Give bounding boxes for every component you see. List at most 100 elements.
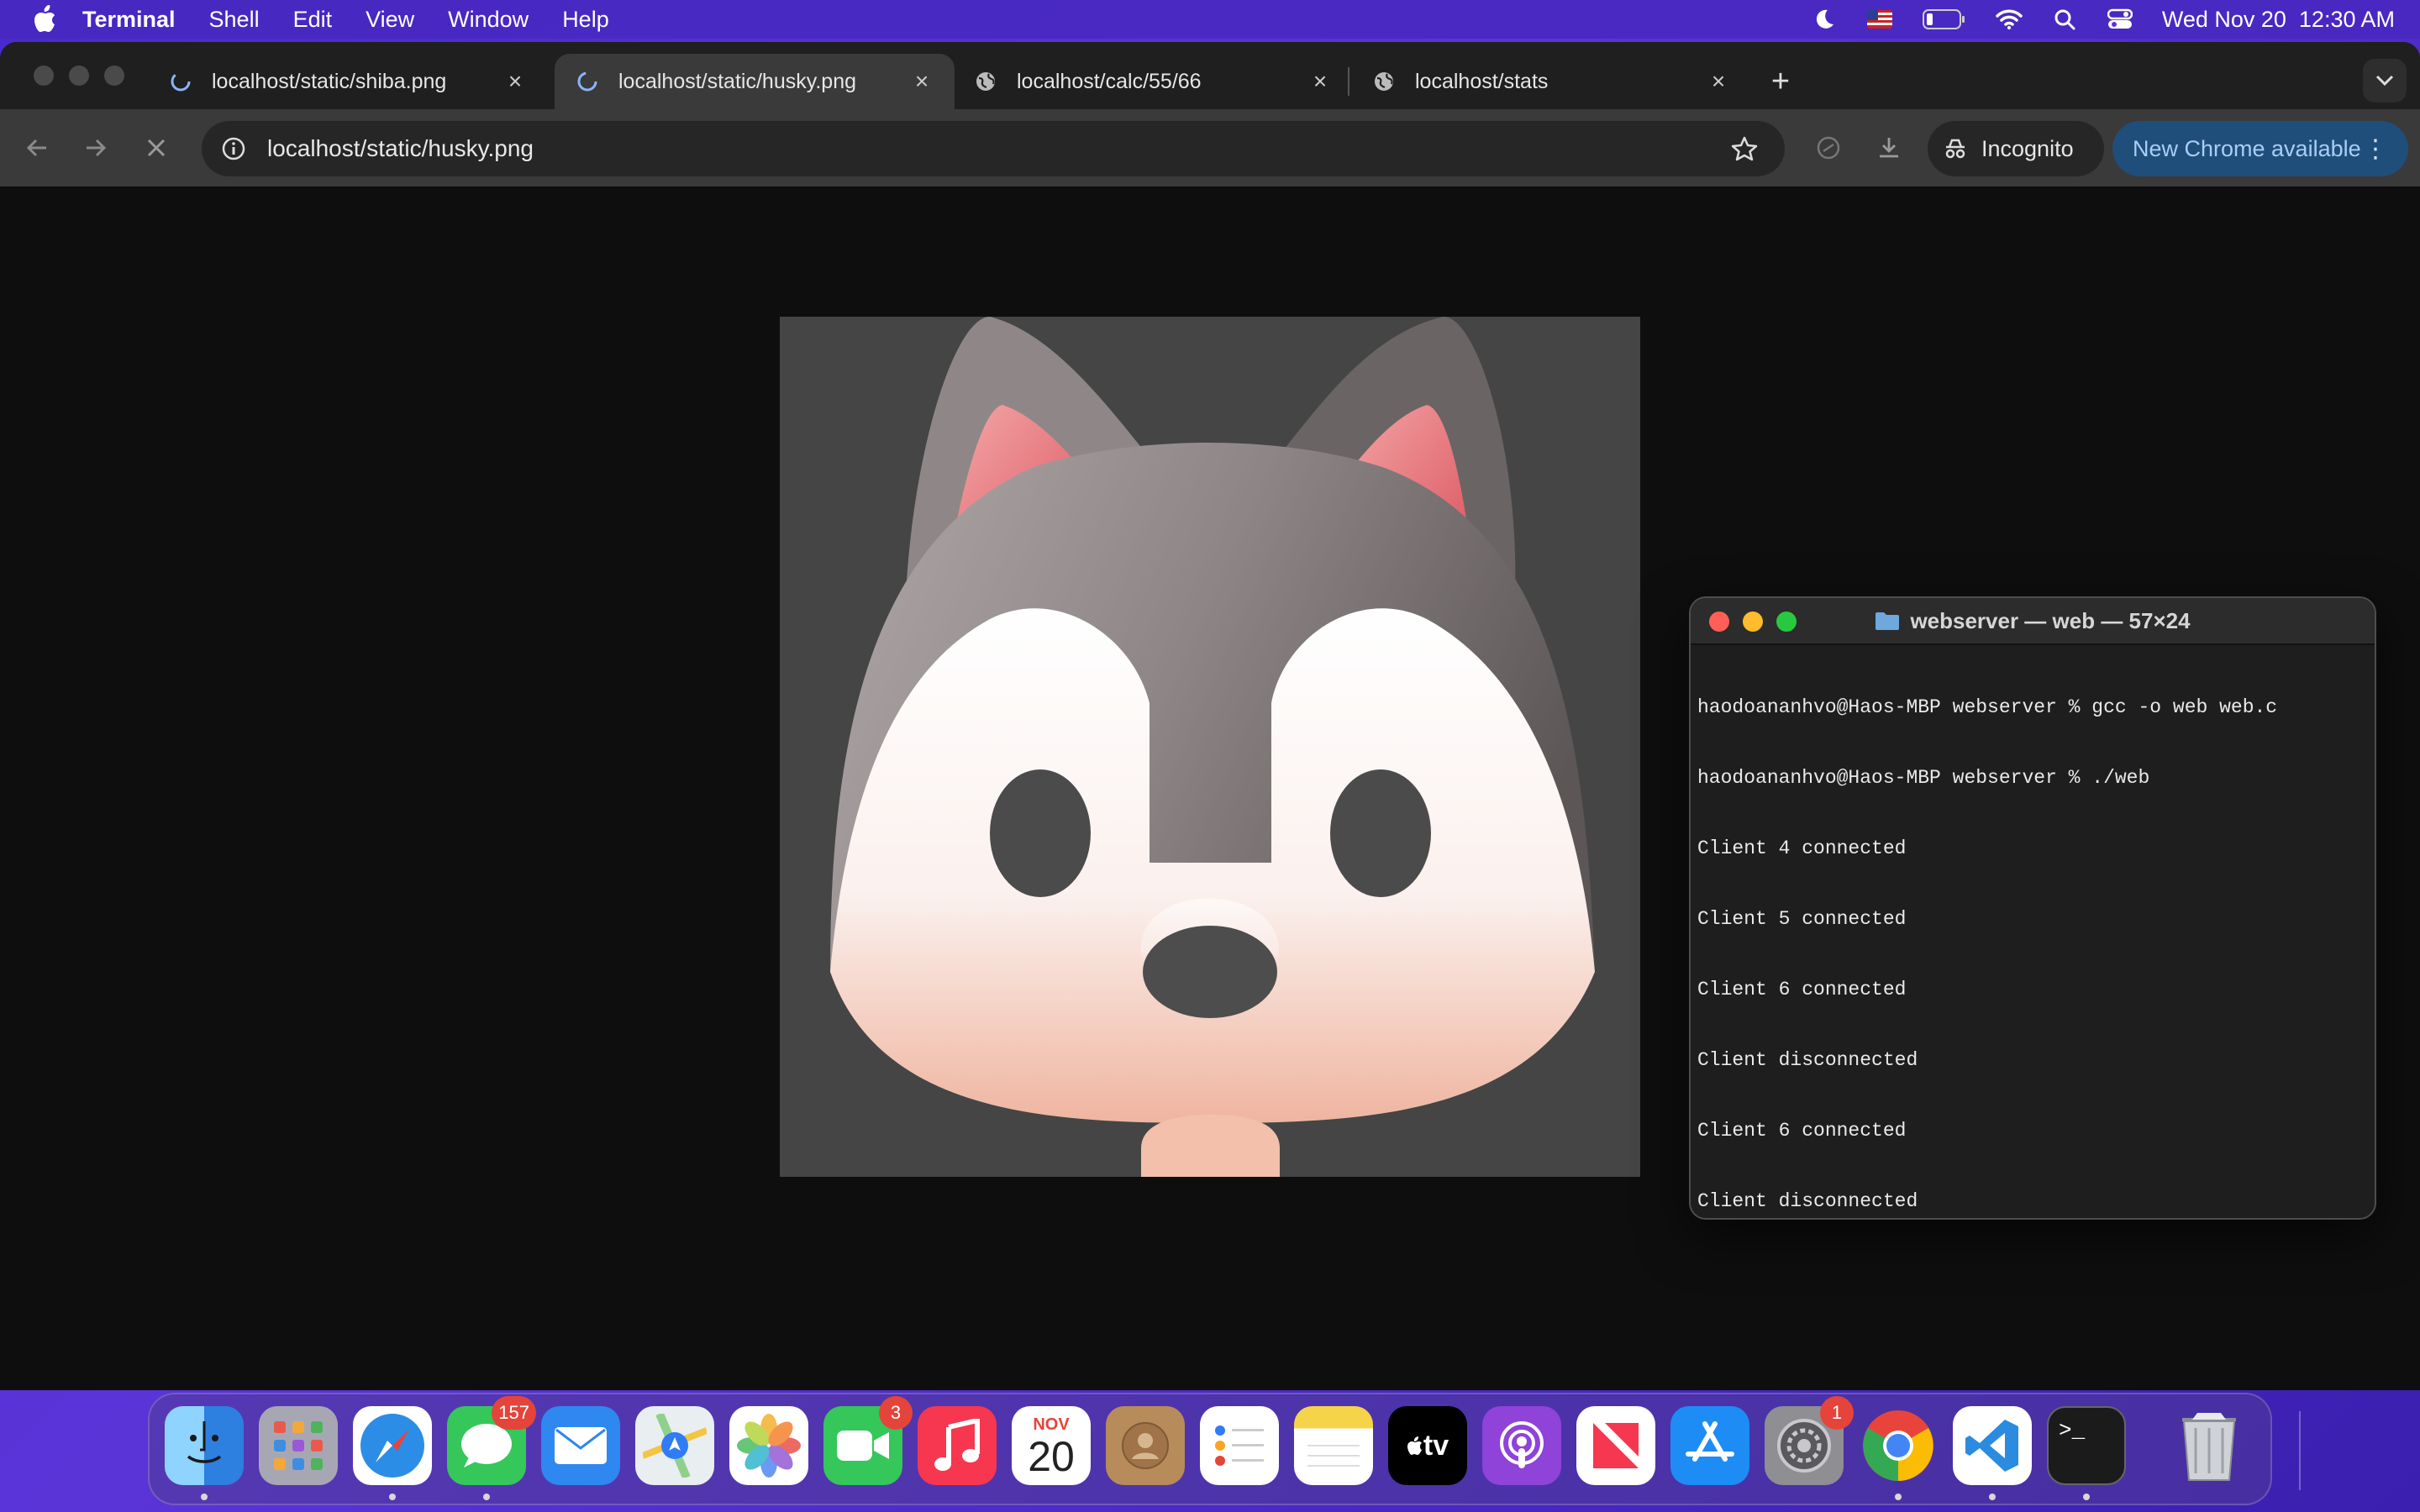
photos-icon[interactable] [729, 1406, 808, 1485]
download-icon[interactable] [1869, 128, 1909, 168]
site-info-icon[interactable] [217, 132, 250, 165]
tab-close-icon[interactable]: × [909, 68, 934, 94]
extension-icon[interactable] [1808, 128, 1849, 168]
podcasts-icon[interactable] [1482, 1406, 1561, 1485]
terminal-minimize-button[interactable] [1743, 612, 1763, 632]
messages-icon[interactable]: 157 [447, 1396, 536, 1485]
music-icon[interactable] [918, 1406, 997, 1485]
messages-badge: 157 [492, 1396, 536, 1430]
incognito-badge[interactable]: Incognito [1928, 121, 2104, 176]
tab-close-icon[interactable]: × [1706, 68, 1731, 94]
mail-icon[interactable] [541, 1406, 620, 1485]
back-button[interactable] [17, 128, 57, 168]
settings-icon[interactable]: 1 [1765, 1396, 1854, 1485]
tab-search-button[interactable] [2363, 59, 2407, 102]
menu-clock[interactable]: Wed Nov 20 12:30 AM [2162, 7, 2395, 33]
terminal-line: Client disconnected [1697, 1190, 1918, 1212]
apple-menu-icon[interactable] [25, 0, 64, 39]
finder-running-indicator [201, 1494, 208, 1500]
close-icon [147, 139, 166, 157]
window-controls [34, 66, 124, 86]
window-zoom-button[interactable] [104, 66, 124, 86]
menu-help[interactable]: Help [562, 7, 609, 33]
maps-icon[interactable] [635, 1406, 714, 1485]
launchpad-icon[interactable] [259, 1406, 338, 1485]
address-bar[interactable]: localhost/static/husky.png [202, 121, 1785, 176]
terminal-icon[interactable]: >_ [2047, 1406, 2126, 1485]
terminal-window[interactable]: webserver — web — 57×24 haodoananhvo@Hao… [1689, 596, 2376, 1220]
calendar-day: 20 [1028, 1432, 1075, 1480]
calendar-month: NOV [1033, 1415, 1070, 1434]
terminal-line: Client 6 connected [1697, 979, 1907, 1000]
arrow-left-icon [26, 139, 46, 157]
control-center-icon[interactable] [2107, 6, 2133, 33]
update-label: New Chrome available [2133, 135, 2361, 161]
terminal-running-indicator [2083, 1494, 2090, 1500]
contacts-icon[interactable] [1106, 1406, 1185, 1485]
tab-stats[interactable]: localhost/stats × [1351, 54, 1751, 109]
wifi-icon[interactable] [1996, 6, 2023, 33]
forward-button[interactable] [76, 128, 116, 168]
reminders-icon[interactable] [1200, 1406, 1279, 1485]
news-icon[interactable] [1576, 1406, 1655, 1485]
terminal-title: webserver — web — 57×24 [1910, 607, 2191, 633]
facetime-badge: 3 [879, 1396, 913, 1430]
tab-shiba[interactable]: localhost/static/shiba.png × [148, 54, 548, 109]
menu-shell[interactable]: Shell [209, 7, 260, 33]
tab-calc[interactable]: localhost/calc/55/66 × [953, 54, 1353, 109]
trash-icon[interactable] [2170, 1406, 2249, 1485]
incognito-icon [1945, 139, 1965, 159]
tab-title: localhost/calc/55/66 [1017, 69, 1202, 93]
more-vert-icon[interactable]: ⋮ [2363, 134, 2388, 164]
focus-moon-icon[interactable] [1811, 6, 1838, 33]
facetime-icon[interactable]: 3 [823, 1396, 913, 1485]
loading-icon [575, 69, 600, 94]
terminal-zoom-button[interactable] [1776, 612, 1797, 632]
chrome-running-indicator [1895, 1494, 1902, 1500]
terminal-line: haodoananhvo@Haos-MBP webserver % gcc -o… [1697, 696, 2278, 718]
arrow-right-icon [87, 139, 107, 157]
terminal-close-button[interactable] [1709, 612, 1729, 632]
tv-label: tv [1423, 1429, 1449, 1462]
window-close-button[interactable] [34, 66, 54, 86]
menu-app-name[interactable]: Terminal [82, 7, 176, 33]
messages-running-indicator [483, 1494, 490, 1500]
terminal-line: Client 4 connected [1697, 837, 1907, 859]
bookmark-star-icon[interactable] [1728, 132, 1761, 165]
terminal-line: Client disconnected [1697, 1049, 1918, 1071]
tv-icon[interactable]: tv [1388, 1406, 1467, 1485]
tab-close-icon[interactable]: × [502, 68, 528, 94]
url-text[interactable]: localhost/static/husky.png [267, 135, 1728, 162]
terminal-window-controls [1709, 612, 1797, 632]
tab-title: localhost/static/husky.png [618, 69, 857, 93]
chrome-icon[interactable] [1859, 1406, 1938, 1485]
window-minimize-button[interactable] [69, 66, 89, 86]
new-tab-button[interactable]: + [1763, 64, 1798, 99]
input-flag-icon[interactable] [1866, 6, 1893, 33]
vscode-running-indicator [1989, 1494, 1996, 1500]
tab-close-icon[interactable]: × [1307, 68, 1333, 94]
menu-view[interactable]: View [366, 7, 414, 33]
safari-running-indicator [389, 1494, 396, 1500]
settings-badge: 1 [1820, 1396, 1854, 1430]
incognito-label: Incognito [1981, 135, 2074, 161]
spotlight-search-icon[interactable] [2051, 6, 2078, 33]
app-store-icon[interactable] [1670, 1406, 1749, 1485]
husky-face-icon [830, 317, 1595, 1177]
calendar-icon[interactable]: NOV 20 [1012, 1406, 1091, 1485]
tab-husky[interactable]: localhost/static/husky.png × [555, 54, 955, 109]
notes-icon[interactable] [1294, 1406, 1373, 1485]
finder-icon[interactable] [165, 1406, 244, 1485]
safari-icon[interactable] [353, 1406, 432, 1485]
terminal-output[interactable]: haodoananhvo@Haos-MBP webserver % gcc -o… [1691, 645, 2375, 1218]
terminal-titlebar[interactable]: webserver — web — 57×24 [1691, 598, 2375, 645]
update-chrome-button[interactable]: New Chrome available ⋮ [2112, 121, 2408, 176]
menu-window[interactable]: Window [448, 7, 529, 33]
vscode-icon[interactable] [1953, 1406, 2032, 1485]
stop-loading-button[interactable] [136, 128, 176, 168]
battery-icon[interactable] [1922, 6, 1967, 33]
menu-edit[interactable]: Edit [293, 7, 333, 33]
tab-strip: localhost/static/shiba.png × localhost/s… [0, 42, 2420, 109]
apple-logo-icon [1407, 1436, 1422, 1455]
globe-icon [973, 69, 998, 94]
